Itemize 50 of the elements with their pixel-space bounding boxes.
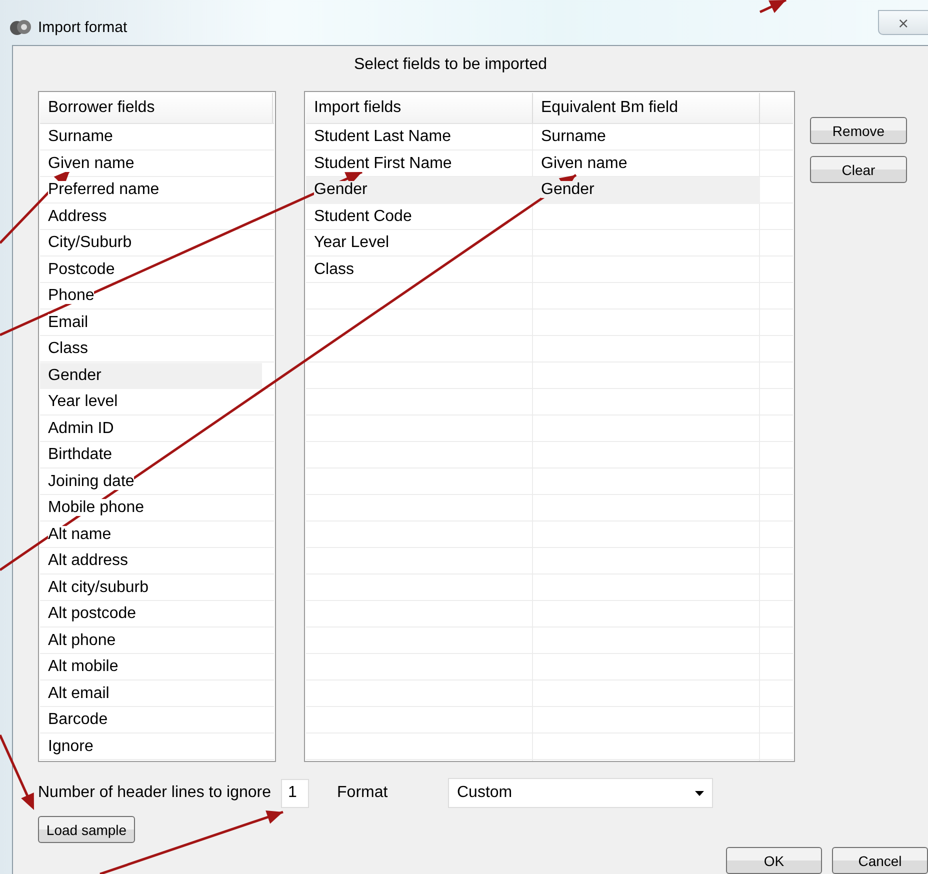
dropdown-caret-icon: [695, 790, 704, 796]
list-item[interactable]: Class: [40, 336, 262, 362]
list-item[interactable]: Barcode: [40, 707, 262, 734]
list-item[interactable]: Alt email: [40, 680, 262, 707]
list-item[interactable]: Address: [40, 204, 262, 230]
list-item[interactable]: Given name: [40, 150, 262, 177]
cancel-button[interactable]: Cancel: [832, 847, 928, 874]
list-item[interactable]: Surname: [40, 124, 262, 150]
list-item[interactable]: Year level: [40, 389, 262, 416]
list-item[interactable]: Mobile phone: [40, 495, 262, 522]
header-lines-label: Number of header lines to ignore: [38, 784, 272, 802]
list-item[interactable]: Alt address: [40, 548, 262, 574]
table-row[interactable]: Student First Name Given name: [306, 150, 760, 177]
close-button[interactable]: ⨯: [878, 10, 928, 35]
window-title: Import format: [38, 19, 128, 36]
list-item[interactable]: Joining date: [40, 468, 262, 495]
table-row[interactable]: Student Code: [306, 204, 760, 230]
table-row[interactable]: Year Level: [306, 230, 760, 256]
column-header[interactable]: Import fields: [306, 93, 533, 123]
clear-button[interactable]: Clear: [810, 156, 907, 183]
list-item[interactable]: Phone: [40, 283, 262, 310]
column-header[interactable]: Equivalent Bm field: [533, 93, 760, 123]
list-item[interactable]: Alt phone: [40, 628, 262, 654]
load-sample-button[interactable]: Load sample: [38, 816, 135, 843]
table-cell-text: Gender: [540, 180, 596, 200]
list-item[interactable]: Birthdate: [40, 442, 262, 468]
header-lines-field[interactable]: 1: [281, 778, 310, 808]
list-item[interactable]: Gender: [40, 362, 262, 389]
list-item[interactable]: Postcode: [40, 256, 262, 283]
remove-button[interactable]: Remove: [810, 117, 907, 144]
list-item[interactable]: Alt city/suburb: [40, 574, 262, 601]
app-icon: [10, 18, 32, 38]
column-header[interactable]: Borrower fields: [40, 93, 273, 123]
list-item[interactable]: Alt postcode: [40, 601, 262, 628]
table-row[interactable]: Student Last Name Surname: [306, 124, 760, 150]
dialog-heading: Select fields to be imported: [354, 56, 547, 73]
list-item[interactable]: Alt name: [40, 522, 262, 548]
table-row[interactable]: Gender Gender: [306, 177, 760, 204]
format-label: Format: [337, 784, 388, 802]
list-item[interactable]: Email: [40, 310, 262, 336]
table-row[interactable]: Class: [306, 256, 760, 283]
ok-button[interactable]: OK: [726, 847, 822, 874]
list-item[interactable]: Preferred name: [40, 177, 262, 204]
format-dropdown[interactable]: Custom: [448, 778, 713, 808]
table-cell-text: Student First Name: [313, 154, 453, 174]
annotation-arrow: [759, 0, 787, 14]
list-item[interactable]: Alt mobile: [40, 654, 262, 680]
list-item[interactable]: City/Suburb: [40, 230, 262, 256]
list-item[interactable]: Ignore: [40, 734, 262, 760]
list-item[interactable]: Admin ID: [40, 416, 262, 442]
